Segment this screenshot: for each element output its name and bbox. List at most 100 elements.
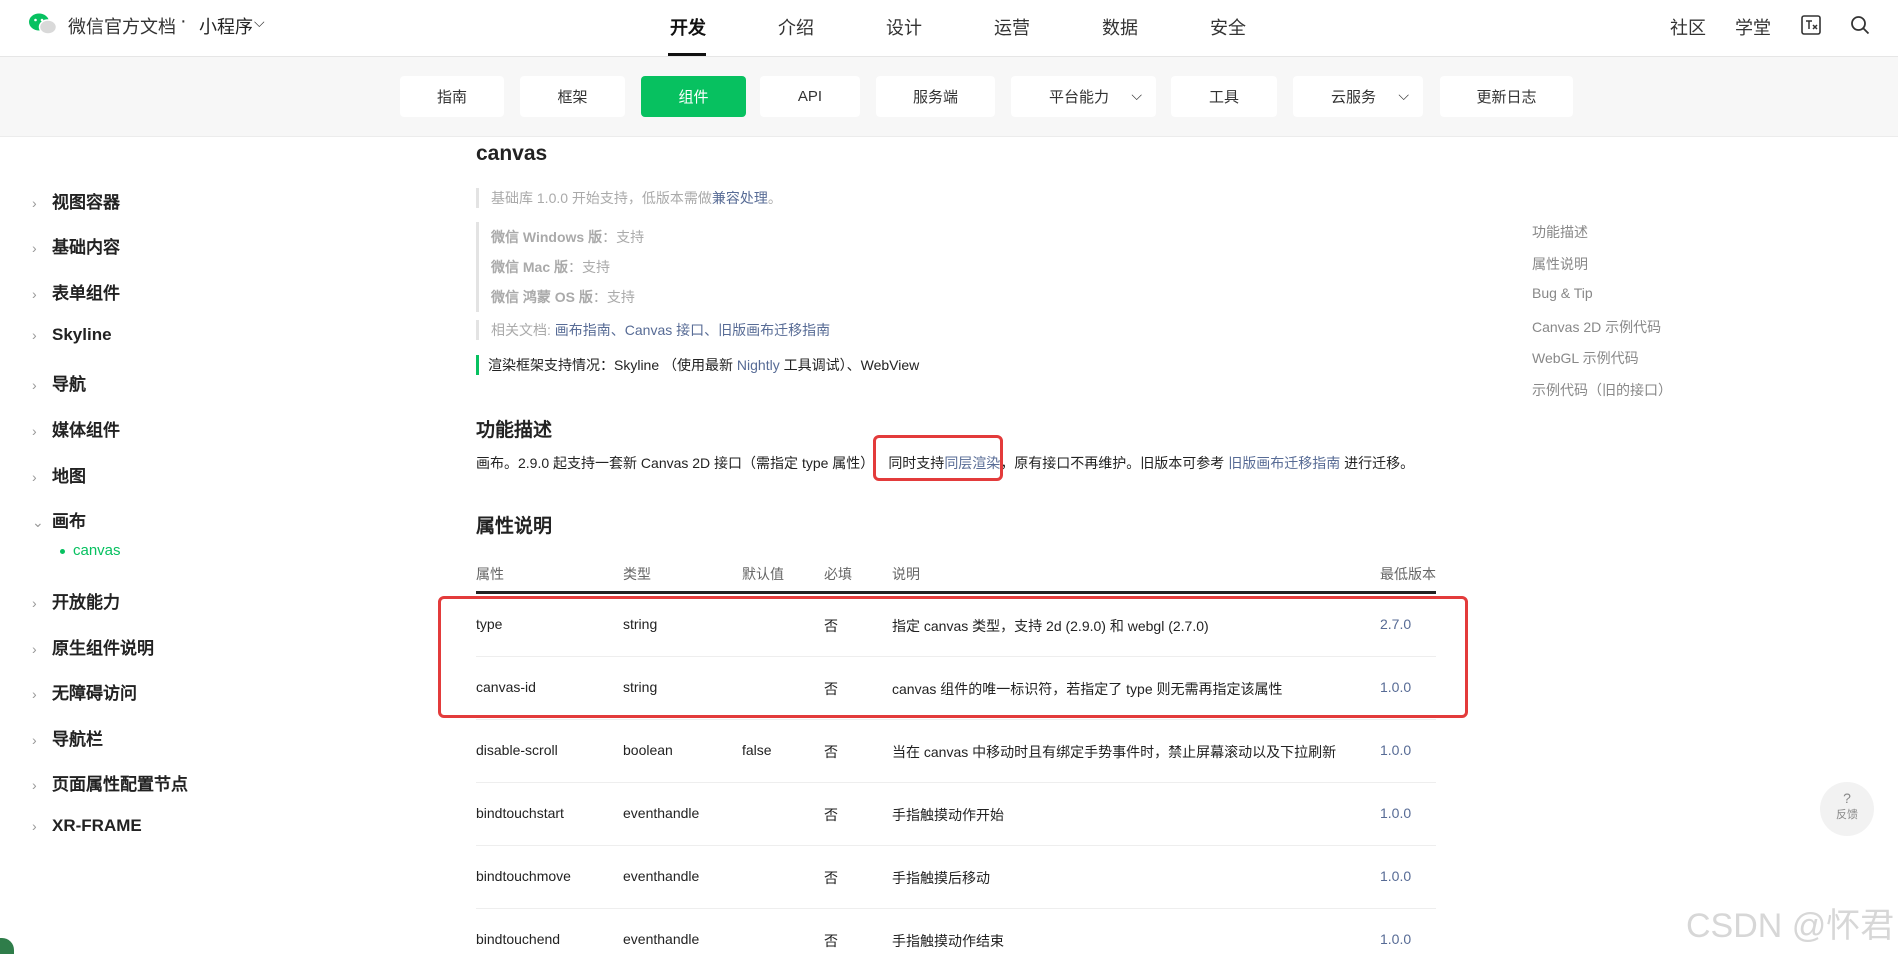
subnav-cloud[interactable]: 云服务 ⌵: [1293, 76, 1423, 117]
table-row: disable-scroll boolean false 否 当在 canvas…: [476, 720, 1436, 783]
nav-operation[interactable]: 运营: [994, 14, 1030, 40]
nav-dev[interactable]: 开发: [670, 14, 706, 40]
platform-row: 微信 Mac 版：支持: [491, 252, 644, 282]
related-docs: 相关文档: 画布指南、Canvas 接口、旧版画布迁移指南: [476, 320, 830, 340]
col-header: 默认值: [742, 566, 784, 582]
related-label: 相关文档:: [491, 322, 555, 338]
sidebar-item-navbar[interactable]: › 导航栏: [32, 725, 103, 750]
sidebar-subitem-canvas[interactable]: canvas: [60, 542, 121, 559]
subnav-platform[interactable]: 平台能力 ⌵: [1011, 76, 1156, 117]
nav-data[interactable]: 数据: [1102, 14, 1138, 40]
sidebar-item-label: 地图: [52, 467, 86, 486]
cell-version-link[interactable]: 1.0.0: [1380, 868, 1411, 884]
brand-separator: ·: [180, 10, 187, 32]
cell-desc: 手指触摸后移动: [892, 870, 990, 886]
chevron-down-icon[interactable]: ⌵: [254, 14, 265, 31]
chevron-right-icon: ›: [32, 641, 37, 657]
subnav-framework[interactable]: 框架: [520, 76, 625, 117]
toc-item-props[interactable]: 属性说明: [1532, 254, 1588, 274]
sidebar-subitem-label: canvas: [73, 542, 121, 559]
page-title: canvas: [476, 142, 548, 165]
feedback-label: 反馈: [1836, 809, 1858, 821]
sidebar-item-label: Skyline: [52, 325, 112, 344]
related-links[interactable]: 画布指南、Canvas 接口、旧版画布迁移指南: [555, 322, 830, 338]
function-text: ，原有接口不再维护。旧版本可参考: [1000, 455, 1229, 471]
sidebar-item-navigation[interactable]: › 导航: [32, 370, 86, 395]
cell-version-link[interactable]: 1.0.0: [1380, 931, 1411, 947]
sidebar-item-accessibility[interactable]: › 无障碍访问: [32, 679, 137, 704]
chevron-down-icon: ⌵: [1398, 87, 1409, 103]
toc-item-bug-tip[interactable]: Bug & Tip: [1532, 285, 1593, 301]
nav-academy[interactable]: 学堂: [1735, 14, 1771, 40]
feedback-button[interactable]: ? 反馈: [1820, 782, 1874, 836]
cell-attr: bindtouchmove: [476, 868, 571, 884]
sidebar-item-map[interactable]: › 地图: [32, 462, 86, 487]
sidebar-item-label: 原生组件说明: [52, 639, 154, 658]
platform-name: 微信 鸿蒙 OS 版: [491, 289, 593, 305]
toc-item-function[interactable]: 功能描述: [1532, 222, 1588, 242]
chevron-down-icon: ⌄: [32, 514, 44, 530]
sidebar-item-media[interactable]: › 媒体组件: [32, 416, 120, 441]
cell-version-link[interactable]: 1.0.0: [1380, 805, 1411, 821]
table-row: bindtouchend eventhandle 否 手指触摸动作结束 1.0.…: [476, 909, 1436, 954]
sidebar-item-label: 页面属性配置节点: [52, 775, 188, 794]
cell-attr: bindtouchend: [476, 931, 561, 947]
toc-item-canvas2d-example[interactable]: Canvas 2D 示例代码: [1532, 317, 1661, 337]
search-icon[interactable]: [1849, 14, 1871, 36]
support-note-text: 基础库 1.0.0 开始支持，低版本需做: [491, 190, 712, 206]
col-header: 必填: [824, 566, 852, 582]
platform-support: 微信 Windows 版：支持 微信 Mac 版：支持 微信 鸿蒙 OS 版：支…: [476, 222, 644, 312]
chevron-right-icon: ›: [32, 286, 37, 302]
subnav-api[interactable]: API: [760, 76, 860, 117]
nav-design[interactable]: 设计: [886, 14, 922, 40]
sidebar-item-canvas-group[interactable]: ⌄ 画布: [32, 507, 86, 532]
subnav-guide[interactable]: 指南: [400, 76, 504, 117]
chevron-right-icon: ›: [32, 423, 37, 439]
support-note-suffix: 。: [767, 190, 782, 206]
col-header: 说明: [892, 566, 920, 582]
platform-value: ：支持: [602, 229, 645, 245]
cell-attr: disable-scroll: [476, 742, 558, 758]
subnav-tools[interactable]: 工具: [1171, 76, 1277, 117]
subnav-changelog[interactable]: 更新日志: [1440, 76, 1573, 117]
cell-required: 否: [824, 807, 838, 823]
sidebar-item-native[interactable]: › 原生组件说明: [32, 634, 154, 659]
legacy-migration-link[interactable]: 旧版画布迁移指南: [1228, 455, 1340, 471]
watermark: CSDN @怀君: [1686, 907, 1895, 945]
cell-required: 否: [824, 744, 838, 760]
toc-item-legacy-example[interactable]: 示例代码（旧的接口）: [1532, 380, 1672, 400]
subnav-server[interactable]: 服务端: [876, 76, 995, 117]
nav-security[interactable]: 安全: [1210, 14, 1246, 40]
sidebar-item-xr-frame[interactable]: › XR-FRAME: [32, 816, 142, 836]
cell-required: 否: [824, 933, 838, 949]
sidebar-item-form[interactable]: › 表单组件: [32, 279, 120, 304]
chevron-right-icon: ›: [32, 732, 37, 748]
compat-link[interactable]: 兼容处理: [712, 190, 768, 206]
nightly-link[interactable]: Nightly: [737, 357, 780, 373]
props-table-header: 属性 类型 默认值 必填 说明 最低版本: [476, 564, 1436, 594]
subnav-components[interactable]: 组件: [641, 76, 746, 117]
sidebar-item-view-container[interactable]: › 视图容器: [32, 188, 120, 213]
brand-title[interactable]: 微信官方文档: [68, 13, 176, 39]
sidebar-item-page-meta[interactable]: › 页面属性配置节点: [32, 770, 188, 795]
sidebar-item-open-ability[interactable]: › 开放能力: [32, 588, 120, 613]
sidebar-item-basic-content[interactable]: › 基础内容: [32, 233, 120, 258]
platform-value: ：支持: [592, 289, 635, 305]
translate-icon[interactable]: [1800, 14, 1822, 36]
render-support: 渲染框架支持情况：Skyline （使用最新 Nightly 工具调试）、Web…: [476, 355, 919, 375]
subnav-cloud-label: 云服务: [1331, 89, 1377, 106]
wechat-logo-icon[interactable]: [28, 12, 58, 36]
platform-name: 微信 Mac 版: [491, 259, 569, 275]
top-navbar: 微信官方文档 · 小程序 ⌵ 开发 介绍 设计 运营 数据 安全 社区 学堂: [0, 0, 1898, 57]
product-switcher[interactable]: 小程序: [199, 13, 253, 39]
cell-version-link[interactable]: 1.0.0: [1380, 742, 1411, 758]
nav-intro[interactable]: 介绍: [778, 14, 814, 40]
nav-community[interactable]: 社区: [1670, 14, 1706, 40]
chevron-right-icon: ›: [32, 686, 37, 702]
nav-active-indicator: [668, 53, 706, 56]
cell-type: eventhandle: [623, 868, 700, 884]
sidebar-item-skyline[interactable]: › Skyline: [32, 325, 112, 345]
cell-default: false: [742, 742, 772, 758]
toc-item-webgl-example[interactable]: WebGL 示例代码: [1532, 348, 1639, 368]
table-row: bindtouchstart eventhandle 否 手指触摸动作开始 1.…: [476, 783, 1436, 846]
